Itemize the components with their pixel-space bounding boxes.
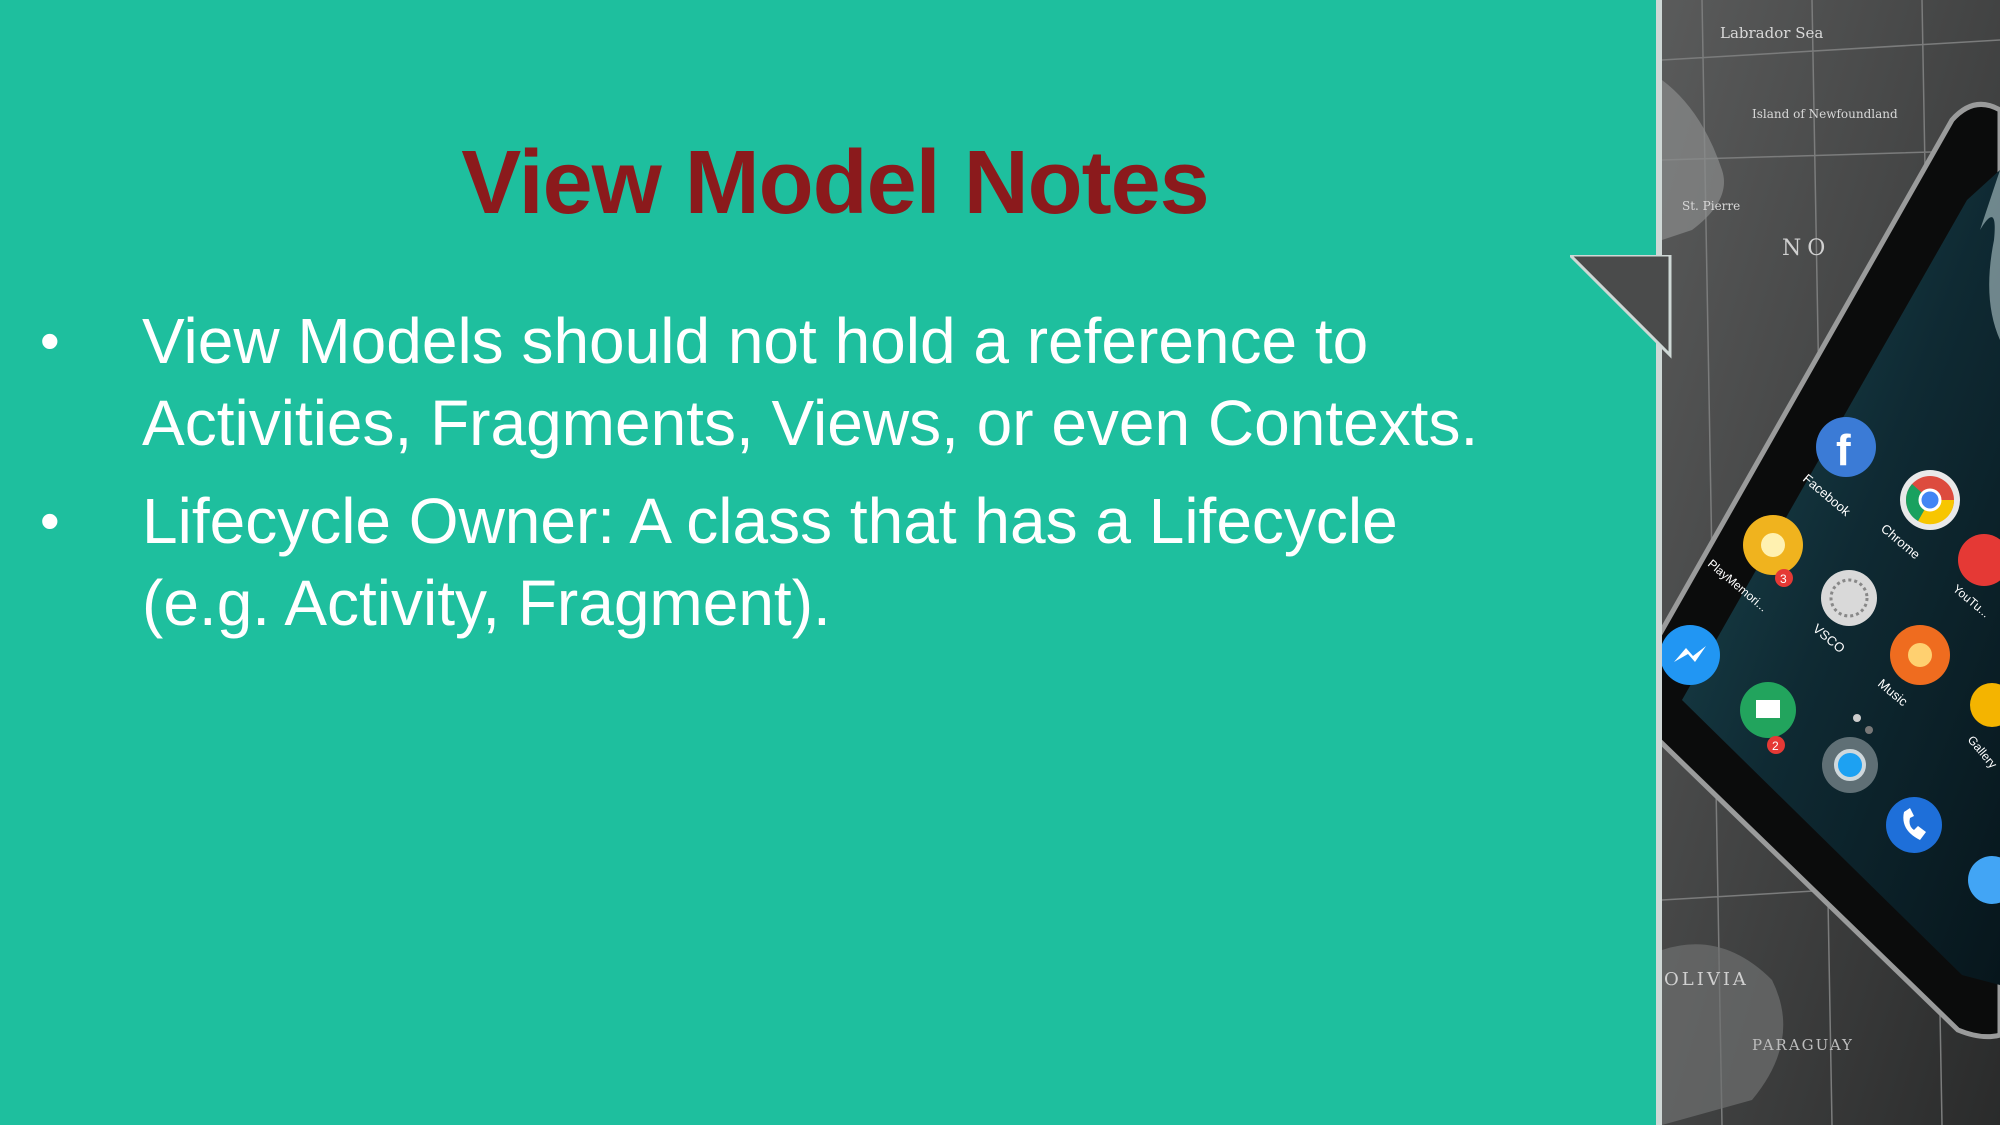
page-indicator <box>1853 714 1861 722</box>
svg-text:2: 2 <box>1772 739 1779 753</box>
bullet-list: • View Models should not hold a referenc… <box>40 300 1540 660</box>
bullet-item: • Lifecycle Owner: A class that has a Li… <box>40 480 1540 644</box>
map-label: St. Pierre <box>1682 199 1740 213</box>
vsco-icon <box>1821 570 1877 626</box>
map-label: Island of Newfoundland <box>1752 107 1898 121</box>
slide-content: View Model Notes • View Models should no… <box>0 0 1660 1125</box>
map-label: OLIVIA <box>1664 969 1749 990</box>
svg-text:3: 3 <box>1780 572 1787 586</box>
bullet-marker: • <box>40 309 60 372</box>
phone-on-map-image: Labrador Sea Island of Newfoundland St. … <box>1662 0 2000 1125</box>
map-label: Labrador Sea <box>1720 24 1823 42</box>
page-indicator <box>1865 726 1873 734</box>
bullet-item: • View Models should not hold a referenc… <box>40 300 1540 464</box>
slide: View Model Notes • View Models should no… <box>0 0 2000 1125</box>
phone-on-map-illustration: Labrador Sea Island of Newfoundland St. … <box>1662 0 2000 1125</box>
image-notch <box>1570 255 1672 359</box>
slide-title: View Model Notes <box>461 133 1210 233</box>
bullet-text: View Models should not hold a reference … <box>142 305 1479 459</box>
map-label: PARAGUAY <box>1752 1036 1854 1054</box>
svg-text:f: f <box>1836 426 1851 475</box>
phone-icon <box>1886 797 1942 853</box>
bullet-marker: • <box>40 489 60 552</box>
map-label: NO <box>1782 236 1831 261</box>
bullet-text: Lifecycle Owner: A class that has a Life… <box>142 485 1398 639</box>
